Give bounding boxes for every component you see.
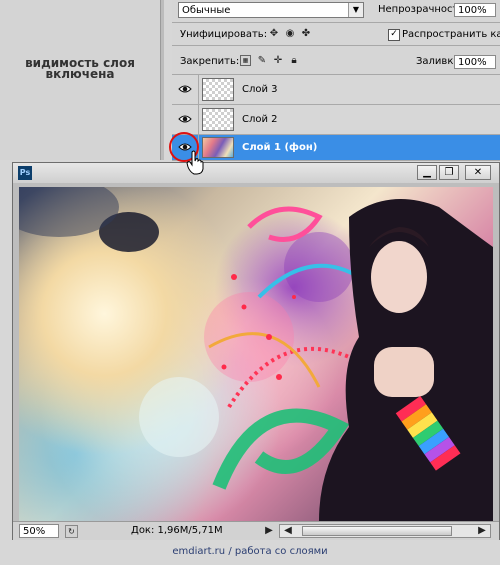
status-arrow-icon[interactable]: ▶ [263, 525, 275, 537]
layer-thumbnail [202, 108, 234, 131]
layers-panel: Обычные ▼ Непрозрачность: 100% Унифициро… [172, 0, 500, 161]
eye-icon [178, 85, 192, 93]
layer-name: Слой 1 (фон) [242, 142, 318, 153]
propagate-checkbox[interactable]: ✓ [388, 29, 400, 41]
title-bar[interactable]: Ps ▁ ❐ ✕ [13, 163, 499, 183]
scroll-right-icon[interactable]: ▶ [476, 525, 488, 537]
footer-separator: / [228, 546, 232, 557]
layer-thumbnail [202, 78, 234, 101]
fill-field[interactable]: 100% [454, 55, 496, 69]
layer-row-active[interactable]: Слой 1 (фон) [172, 135, 500, 161]
layer-name: Слой 3 [242, 84, 278, 95]
footer-topic: работа со слоями [234, 546, 328, 557]
horizontal-scrollbar[interactable]: ◀ ▶ [279, 524, 491, 538]
eye-icon [178, 115, 192, 123]
visibility-toggle[interactable] [172, 75, 199, 104]
doc-info: Док: 1,96M/5,71M [131, 525, 223, 536]
propagate-label: Распространить кад [402, 29, 500, 40]
caption-text: видимость слоя включена [25, 56, 135, 81]
zoom-field[interactable]: 50% [19, 524, 59, 538]
chevron-down-icon[interactable]: ▼ [348, 3, 363, 17]
layer-name: Слой 2 [242, 114, 278, 125]
close-button[interactable]: ✕ [465, 165, 491, 180]
unify-visibility-icon[interactable]: ◉ [284, 28, 296, 40]
zoom-menu-icon[interactable]: ↻ [65, 525, 78, 538]
unify-style-icon[interactable]: ✤ [300, 28, 312, 40]
lock-brush-icon[interactable]: ✎ [256, 55, 268, 67]
scroll-left-icon[interactable]: ◀ [282, 525, 294, 537]
visibility-toggle[interactable] [172, 105, 199, 134]
footer-site: emdiart.ru [172, 546, 226, 557]
unify-position-icon[interactable]: ✥ [268, 28, 280, 40]
divider [160, 0, 164, 160]
scroll-thumb[interactable] [302, 526, 452, 536]
artwork-image [19, 187, 493, 521]
divider [172, 45, 500, 46]
document-window: Ps ▁ ❐ ✕ 50% ↻ Док: 1,96M/5,71M ▶ ◀ ▶ [12, 162, 500, 540]
opacity-field[interactable]: 100% [454, 3, 496, 17]
status-bar: 50% ↻ Док: 1,96M/5,71M ▶ ◀ ▶ [13, 521, 499, 540]
lock-move-icon[interactable]: ✛ [272, 55, 284, 67]
image-canvas[interactable] [19, 187, 493, 521]
footer: emdiart.ru / работа со слоями [0, 546, 500, 565]
layer-row[interactable]: Слой 2 [172, 105, 500, 135]
divider [172, 22, 500, 23]
caption-area: видимость слоя включена [0, 0, 160, 160]
layer-thumbnail [202, 137, 234, 158]
lock-all-icon[interactable]: 🔒︎ [288, 55, 300, 67]
minimize-button[interactable]: ▁ [417, 165, 437, 180]
lock-transparency-icon[interactable]: ▦ [240, 55, 251, 66]
lock-label: Закрепить: [180, 56, 240, 67]
blend-mode-value: Обычные [182, 5, 231, 16]
unify-label: Унифицировать: [180, 29, 268, 40]
blend-mode-select[interactable]: Обычные ▼ [178, 2, 364, 18]
photoshop-icon: Ps [18, 166, 32, 180]
hand-cursor-icon [186, 150, 204, 175]
maximize-button[interactable]: ❐ [439, 165, 459, 180]
layer-row[interactable]: Слой 3 [172, 75, 500, 105]
